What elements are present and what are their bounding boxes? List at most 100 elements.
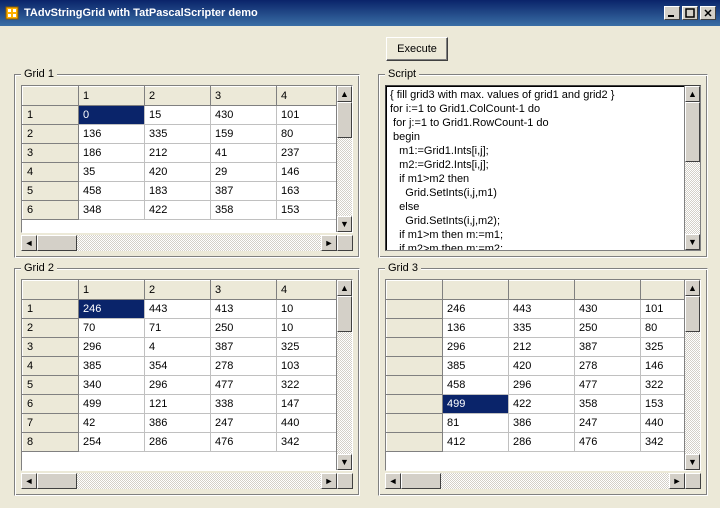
close-button[interactable] <box>700 6 716 20</box>
column-header[interactable] <box>443 281 509 300</box>
cell[interactable]: 413 <box>211 300 277 319</box>
row-header[interactable] <box>387 433 443 452</box>
cell[interactable]: 354 <box>145 357 211 376</box>
scroll-down-icon[interactable]: ▼ <box>337 216 352 232</box>
scroll-left-icon[interactable]: ◄ <box>21 235 37 251</box>
cell[interactable]: 476 <box>575 433 641 452</box>
cell[interactable]: 42 <box>79 414 145 433</box>
cell[interactable]: 358 <box>211 201 277 220</box>
script-vertical-scrollbar[interactable]: ▲ ▼ <box>684 86 700 250</box>
scrollbar-thumb[interactable] <box>37 473 77 489</box>
cell[interactable]: 325 <box>641 338 685 357</box>
cell[interactable]: 296 <box>443 338 509 357</box>
cell[interactable]: 10 <box>277 300 337 319</box>
column-header[interactable] <box>23 87 79 106</box>
cell[interactable]: 101 <box>641 300 685 319</box>
column-header[interactable]: 1 <box>79 281 145 300</box>
cell[interactable]: 385 <box>443 357 509 376</box>
row-header[interactable] <box>387 338 443 357</box>
row-header[interactable] <box>387 414 443 433</box>
cell[interactable]: 430 <box>211 106 277 125</box>
cell[interactable]: 247 <box>211 414 277 433</box>
cell[interactable]: 0 <box>79 106 145 125</box>
cell[interactable]: 10 <box>277 319 337 338</box>
row-header[interactable]: 2 <box>23 125 79 144</box>
scroll-down-icon[interactable]: ▼ <box>685 454 700 470</box>
cell[interactable]: 41 <box>211 144 277 163</box>
grid2-horizontal-scrollbar[interactable]: ◄ ► <box>21 473 353 489</box>
grid1-vertical-scrollbar[interactable]: ▲ ▼ <box>336 86 352 232</box>
cell[interactable]: 147 <box>277 395 337 414</box>
cell[interactable]: 247 <box>575 414 641 433</box>
cell[interactable]: 387 <box>575 338 641 357</box>
cell[interactable]: 342 <box>277 433 337 452</box>
cell[interactable]: 146 <box>641 357 685 376</box>
column-header[interactable] <box>641 281 685 300</box>
cell[interactable]: 71 <box>145 319 211 338</box>
column-header[interactable] <box>575 281 641 300</box>
cell[interactable]: 325 <box>277 338 337 357</box>
cell[interactable]: 183 <box>145 182 211 201</box>
scroll-left-icon[interactable]: ◄ <box>21 473 37 489</box>
grid2[interactable]: 1234124644341310270712501032964387325438… <box>21 279 353 471</box>
cell[interactable]: 136 <box>79 125 145 144</box>
column-header[interactable]: 2 <box>145 281 211 300</box>
cell[interactable]: 296 <box>509 376 575 395</box>
cell[interactable]: 322 <box>277 376 337 395</box>
scrollbar-thumb[interactable] <box>401 473 441 489</box>
cell[interactable]: 386 <box>509 414 575 433</box>
cell[interactable]: 476 <box>211 433 277 452</box>
grid2-vertical-scrollbar[interactable]: ▲ ▼ <box>336 280 352 470</box>
row-header[interactable] <box>387 319 443 338</box>
cell[interactable]: 70 <box>79 319 145 338</box>
cell[interactable]: 29 <box>211 163 277 182</box>
row-header[interactable] <box>387 357 443 376</box>
grid1[interactable]: 1234101543010121363351598031862124123743… <box>21 85 353 233</box>
cell[interactable]: 440 <box>277 414 337 433</box>
scroll-right-icon[interactable]: ► <box>321 235 337 251</box>
scroll-up-icon[interactable]: ▲ <box>337 280 352 296</box>
column-header[interactable] <box>387 281 443 300</box>
row-header[interactable]: 7 <box>23 414 79 433</box>
column-header[interactable]: 4 <box>277 281 337 300</box>
cell[interactable]: 286 <box>509 433 575 452</box>
cell[interactable]: 136 <box>443 319 509 338</box>
cell[interactable]: 254 <box>79 433 145 452</box>
cell[interactable]: 80 <box>277 125 337 144</box>
cell[interactable]: 296 <box>79 338 145 357</box>
scroll-up-icon[interactable]: ▲ <box>685 86 700 102</box>
cell[interactable]: 186 <box>79 144 145 163</box>
grid3-vertical-scrollbar[interactable]: ▲ ▼ <box>684 280 700 470</box>
scroll-down-icon[interactable]: ▼ <box>685 234 700 250</box>
cell[interactable]: 322 <box>641 376 685 395</box>
row-header[interactable]: 5 <box>23 376 79 395</box>
script-editor[interactable]: { fill grid3 with max. values of grid1 a… <box>385 85 701 251</box>
scrollbar-thumb[interactable] <box>337 102 352 138</box>
scroll-left-icon[interactable]: ◄ <box>385 473 401 489</box>
scrollbar-thumb[interactable] <box>37 235 77 251</box>
cell[interactable]: 153 <box>277 201 337 220</box>
column-header[interactable] <box>509 281 575 300</box>
cell[interactable]: 440 <box>641 414 685 433</box>
cell[interactable]: 458 <box>79 182 145 201</box>
cell[interactable]: 296 <box>145 376 211 395</box>
cell[interactable]: 430 <box>575 300 641 319</box>
cell[interactable]: 278 <box>211 357 277 376</box>
cell[interactable]: 477 <box>575 376 641 395</box>
column-header[interactable] <box>23 281 79 300</box>
scroll-up-icon[interactable]: ▲ <box>337 86 352 102</box>
cell[interactable]: 342 <box>641 433 685 452</box>
row-header[interactable] <box>387 376 443 395</box>
cell[interactable]: 420 <box>145 163 211 182</box>
cell[interactable]: 499 <box>79 395 145 414</box>
cell[interactable]: 338 <box>211 395 277 414</box>
cell[interactable]: 246 <box>443 300 509 319</box>
script-text[interactable]: { fill grid3 with max. values of grid1 a… <box>390 88 680 248</box>
scroll-right-icon[interactable]: ► <box>669 473 685 489</box>
maximize-button[interactable] <box>682 6 698 20</box>
row-header[interactable]: 1 <box>23 300 79 319</box>
cell[interactable]: 212 <box>509 338 575 357</box>
cell[interactable]: 422 <box>509 395 575 414</box>
grid1-horizontal-scrollbar[interactable]: ◄ ► <box>21 235 353 251</box>
cell[interactable]: 385 <box>79 357 145 376</box>
